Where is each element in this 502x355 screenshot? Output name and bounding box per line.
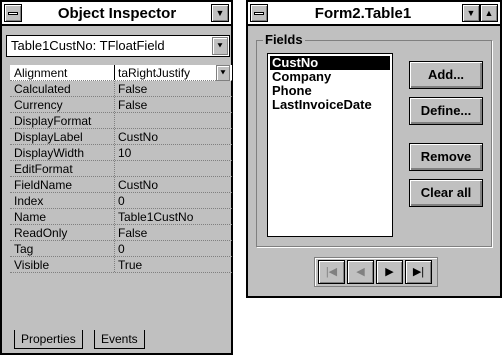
property-name: FieldName: [14, 178, 73, 192]
property-row[interactable]: DisplayWidth 10: [10, 145, 232, 161]
property-value[interactable]: False: [118, 81, 147, 97]
property-value[interactable]: 0: [118, 193, 125, 209]
column-divider[interactable]: [114, 257, 115, 272]
list-item[interactable]: CustNo: [270, 56, 390, 70]
property-name: Tag: [14, 242, 34, 256]
property-name: Visible: [14, 258, 50, 272]
property-name: EditFormat: [14, 162, 73, 176]
fields-group: Fields CustNo Company Phone LastInvoiceDate…: [256, 32, 492, 247]
property-value[interactable]: 10: [118, 145, 131, 161]
property-name: Calculated: [14, 82, 71, 96]
property-row[interactable]: Alignment taRightJustify ⯆: [10, 65, 232, 81]
tab-events[interactable]: Events: [94, 330, 145, 349]
property-row[interactable]: DisplayLabel CustNo: [10, 129, 232, 145]
property-row[interactable]: EditFormat: [10, 161, 232, 177]
property-row[interactable]: FieldName CustNo: [10, 177, 232, 193]
property-name: Name: [14, 210, 47, 224]
component-selector[interactable]: Table1CustNo: TFloatField ⯆: [6, 35, 230, 57]
component-selector-value: Table1CustNo: TFloatField: [11, 38, 165, 53]
remove-button[interactable]: Remove: [409, 143, 483, 171]
property-value[interactable]: True: [118, 257, 142, 273]
list-item[interactable]: Company: [270, 70, 390, 84]
fields-list[interactable]: CustNo Company Phone LastInvoiceDate: [267, 53, 393, 237]
fields-group-label: Fields: [263, 32, 305, 47]
minimize-button[interactable]: ▼: [462, 4, 480, 22]
system-menu-icon[interactable]: [250, 4, 268, 22]
title-bar[interactable]: Form2.Table1 ▼ ▲: [248, 2, 500, 26]
property-name: DisplayWidth: [14, 146, 85, 160]
title-bar[interactable]: Object Inspector ▼: [2, 2, 231, 26]
last-record-icon[interactable]: ▶|: [405, 260, 432, 284]
property-row[interactable]: DisplayFormat: [10, 113, 232, 129]
maximize-button[interactable]: ▲: [480, 4, 498, 22]
next-record-icon[interactable]: ▶: [376, 260, 403, 284]
column-divider[interactable]: [114, 225, 115, 240]
property-value[interactable]: 0: [118, 241, 125, 257]
property-value[interactable]: Table1CustNo: [118, 209, 193, 225]
property-row[interactable]: Index 0: [10, 193, 232, 209]
column-divider[interactable]: [114, 177, 115, 192]
property-name: Alignment: [14, 66, 68, 80]
column-divider[interactable]: [114, 97, 115, 112]
property-row[interactable]: Tag 0: [10, 241, 232, 257]
column-divider[interactable]: [114, 129, 115, 144]
property-value[interactable]: False: [118, 97, 147, 113]
object-inspector-window: Object Inspector ▼ Table1CustNo: TFloatF…: [0, 0, 233, 355]
property-grid: Alignment taRightJustify ⯆ Calculated False C…: [10, 65, 234, 285]
column-divider[interactable]: [114, 65, 115, 80]
property-row[interactable]: Calculated False: [10, 81, 232, 97]
property-name: Index: [14, 194, 44, 208]
tab-properties[interactable]: Properties: [14, 330, 83, 349]
column-divider[interactable]: [114, 209, 115, 224]
minimize-button[interactable]: ▼: [211, 4, 229, 22]
system-menu-icon[interactable]: [4, 4, 22, 22]
property-value[interactable]: CustNo: [118, 129, 158, 145]
define-button[interactable]: Define...: [409, 97, 483, 125]
property-name: ReadOnly: [14, 226, 68, 240]
window-title: Form2.Table1: [314, 5, 412, 22]
navigator-bar: |◀ ◀ ▶ ▶|: [314, 257, 438, 287]
window-title: Object Inspector: [57, 5, 177, 22]
property-row[interactable]: ReadOnly False: [10, 225, 232, 241]
property-row[interactable]: Visible True: [10, 257, 232, 273]
column-divider[interactable]: [114, 81, 115, 96]
chevron-down-icon[interactable]: ⯆: [216, 65, 230, 81]
column-divider[interactable]: [114, 161, 115, 176]
property-value[interactable]: taRightJustify: [118, 65, 190, 81]
column-divider[interactable]: [114, 113, 115, 128]
property-name: DisplayFormat: [14, 114, 92, 128]
property-name: Currency: [14, 98, 63, 112]
chevron-down-icon[interactable]: ⯆: [212, 37, 228, 55]
property-value[interactable]: False: [118, 225, 147, 241]
add-button[interactable]: Add...: [409, 61, 483, 89]
property-value[interactable]: CustNo: [118, 177, 158, 193]
column-divider[interactable]: [114, 241, 115, 256]
list-item[interactable]: LastInvoiceDate: [270, 98, 390, 112]
column-divider[interactable]: [114, 145, 115, 160]
property-row[interactable]: Currency False: [10, 97, 232, 113]
list-item[interactable]: Phone: [270, 84, 390, 98]
prior-record-icon[interactable]: ◀: [347, 260, 374, 284]
property-name: DisplayLabel: [14, 130, 83, 144]
column-divider[interactable]: [114, 193, 115, 208]
fields-editor-window: Form2.Table1 ▼ ▲ Fields CustNo Company Pho…: [246, 0, 502, 298]
property-row[interactable]: Name Table1CustNo: [10, 209, 232, 225]
clear-all-button[interactable]: Clear all: [409, 179, 483, 207]
first-record-icon[interactable]: |◀: [318, 260, 345, 284]
